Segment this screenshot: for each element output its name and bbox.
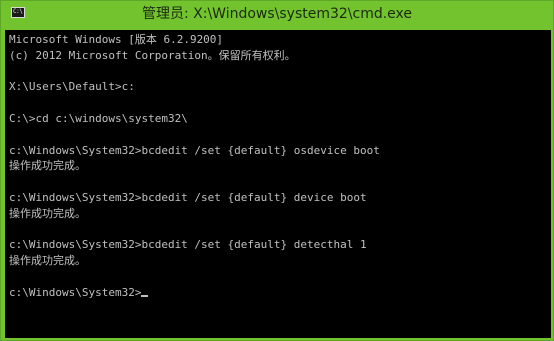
console-line: c:\Windows\System32>bcdedit /set {defaul… [9, 190, 367, 204]
window-title: 管理员: X:\Windows\system32\cmd.exe [141, 6, 413, 22]
console-line: 操作成功完成。 [9, 206, 86, 220]
console-output: Microsoft Windows [版本 6.2.9200] (c) 2012… [9, 32, 380, 301]
console-line: c:\Windows\System32>bcdedit /set {defaul… [9, 143, 380, 157]
prompt-line[interactable]: c:\Windows\System32> [9, 285, 380, 301]
console-line: c:\Windows\System32>bcdedit /set {defaul… [9, 238, 367, 252]
console-line: C:\>cd c:\windows\system32\ [9, 111, 188, 125]
console-line: Microsoft Windows [版本 6.2.9200] [9, 33, 224, 46]
console-line: (c) 2012 Microsoft Corporation。保留所有权利。 [9, 48, 296, 62]
cmd-window: C:\ 管理员: X:\Windows\system32\cmd.exe Mic… [0, 0, 554, 341]
console-area[interactable]: Microsoft Windows [版本 6.2.9200] (c) 2012… [5, 30, 551, 338]
prompt-text: c:\Windows\System32> [9, 285, 142, 299]
title-bar[interactable]: C:\ 管理员: X:\Windows\system32\cmd.exe [1, 1, 553, 30]
console-line: 操作成功完成。 [9, 254, 86, 268]
console-line: 操作成功完成。 [9, 159, 86, 173]
text-cursor [141, 294, 149, 297]
console-line: X:\Users\Default>c: [9, 80, 135, 94]
